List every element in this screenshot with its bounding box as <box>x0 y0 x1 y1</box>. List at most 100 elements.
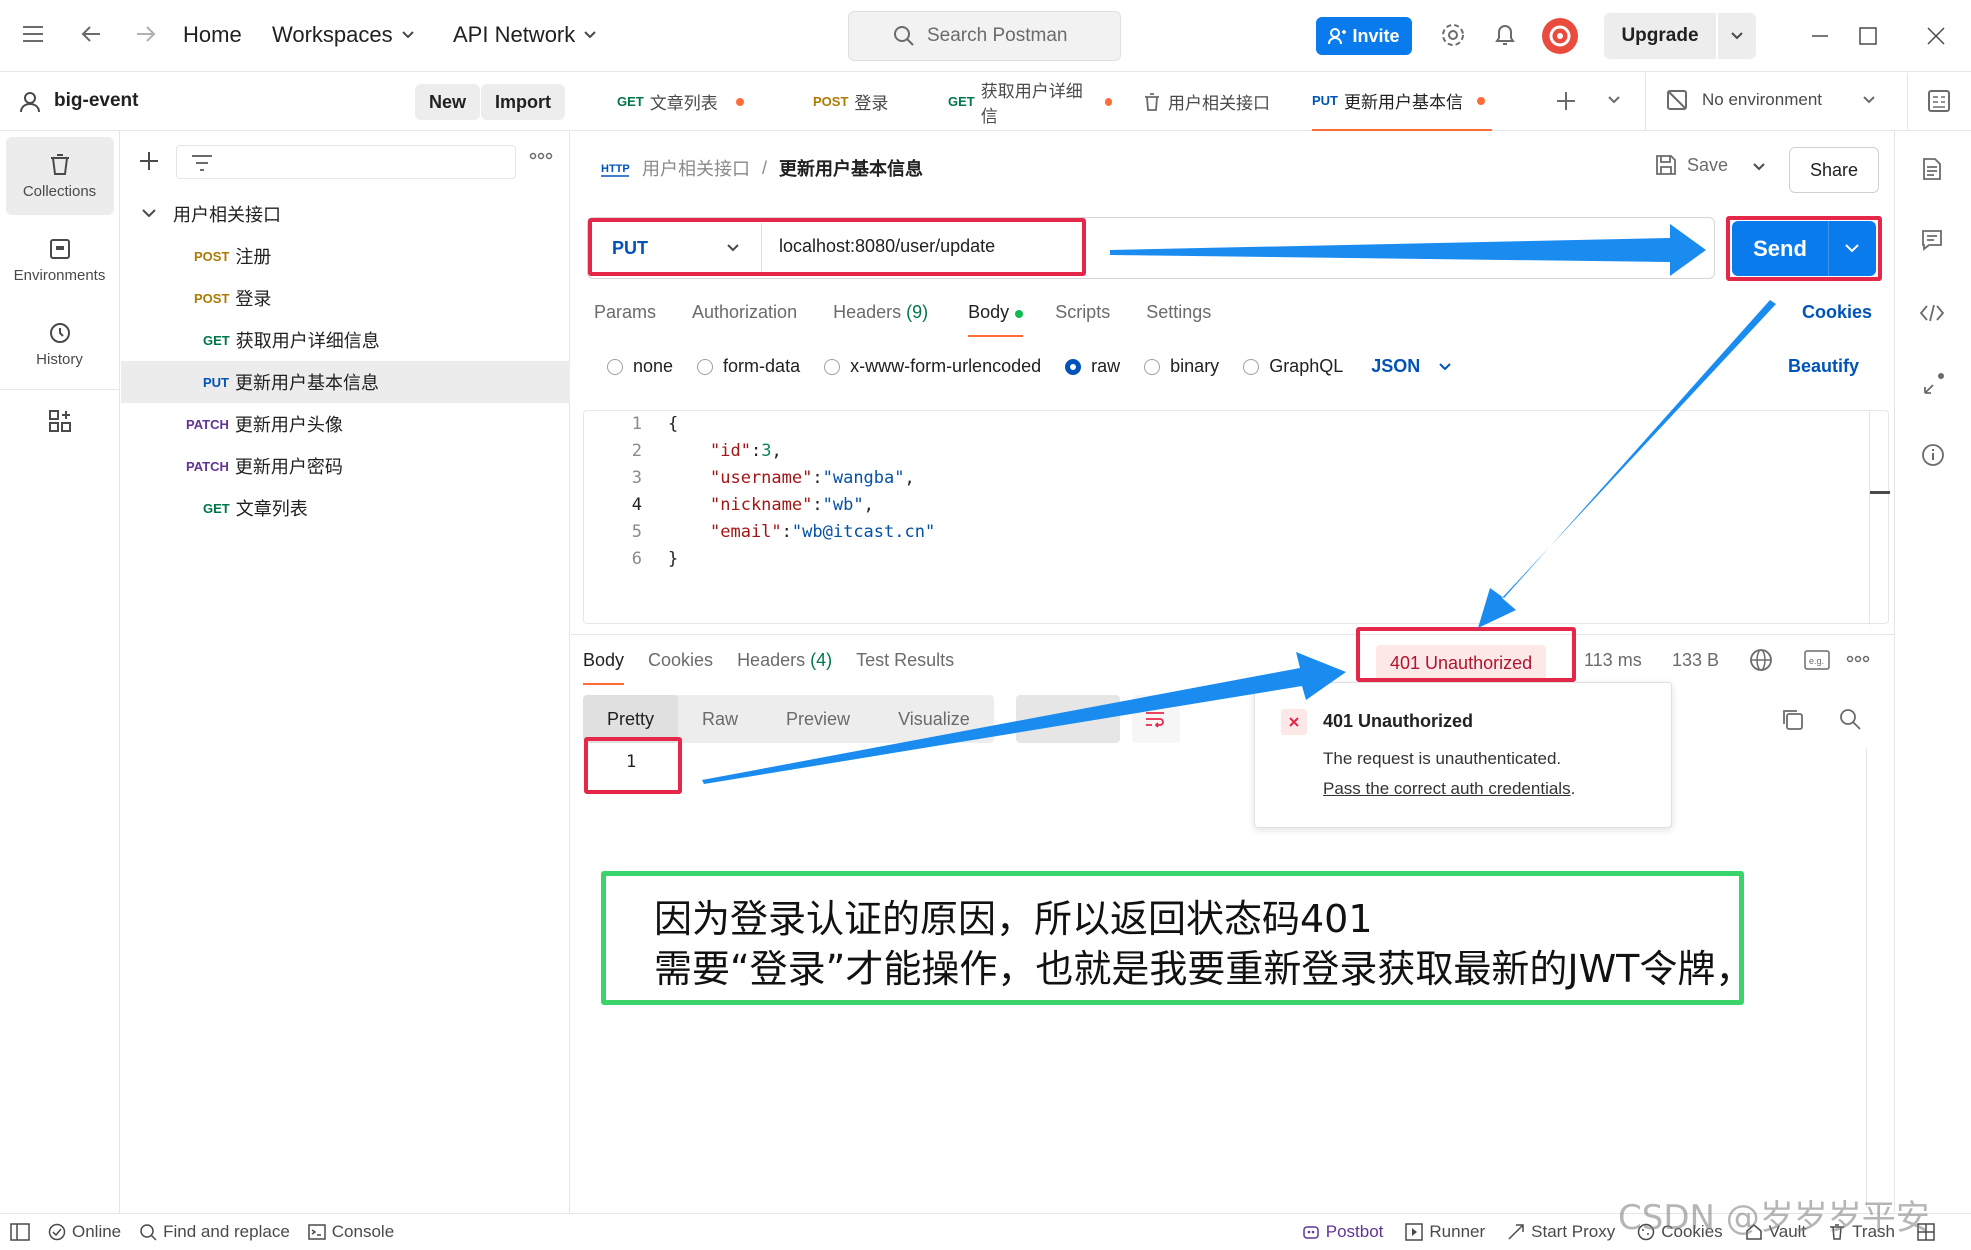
avatar[interactable] <box>1542 18 1578 54</box>
code-icon[interactable] <box>1919 303 1945 323</box>
console[interactable]: Console <box>308 1222 394 1242</box>
response-size[interactable]: 133 B <box>1672 650 1719 671</box>
nav-workspaces[interactable]: Workspaces <box>272 22 415 48</box>
radio-form-data[interactable]: form-data <box>697 356 800 377</box>
close-icon[interactable] <box>1926 26 1946 46</box>
more-options-icon[interactable] <box>529 151 553 161</box>
menu-icon[interactable] <box>22 24 44 44</box>
tab-authorization[interactable]: Authorization <box>692 302 797 323</box>
maximize-icon[interactable] <box>1858 26 1878 46</box>
auth-help-link[interactable]: Pass the correct auth credentials <box>1323 779 1571 798</box>
back-arrow-icon[interactable] <box>80 24 102 44</box>
tab-user-folder[interactable]: 用户相关接口 <box>1112 73 1282 131</box>
find-replace[interactable]: Find and replace <box>139 1222 290 1242</box>
tree-item-update-avatar[interactable]: PATCH 更新用户头像 <box>186 403 570 445</box>
tree-item-update-user[interactable]: PUT 更新用户基本信息 <box>121 361 570 403</box>
sidebar-toggle-icon[interactable] <box>10 1223 30 1241</box>
response-time[interactable]: 113 ms <box>1584 650 1642 671</box>
response-scrollbar[interactable] <box>1866 748 1867 1208</box>
copy-icon[interactable] <box>1780 707 1804 731</box>
tab-scripts[interactable]: Scripts <box>1055 302 1110 323</box>
view-raw[interactable]: Raw <box>678 709 762 730</box>
invite-button[interactable]: Invite <box>1316 17 1412 55</box>
radio-none[interactable]: none <box>607 356 673 377</box>
tree-item-register[interactable]: POST 注册 <box>194 235 570 277</box>
response-tab-headers[interactable]: Headers (4) <box>737 650 832 671</box>
environment-quicklook-icon[interactable] <box>1927 89 1951 113</box>
wrap-lines-button[interactable] <box>1132 695 1180 743</box>
comments-icon[interactable] <box>1921 229 1943 251</box>
rail-collections[interactable]: Collections <box>5 137 114 215</box>
start-proxy[interactable]: Start Proxy <box>1507 1222 1615 1242</box>
beautify-link[interactable]: Beautify <box>1788 356 1859 377</box>
tab-article-list[interactable]: GET 文章列表 <box>571 73 768 131</box>
view-visualize[interactable]: Visualize <box>874 709 994 730</box>
tree-item-login[interactable]: POST 登录 <box>194 277 570 319</box>
response-tab-body[interactable]: Body <box>583 650 625 685</box>
import-button[interactable]: Import <box>481 84 565 120</box>
tree-item-article-list[interactable]: GET 文章列表 <box>203 487 570 529</box>
filter-input[interactable] <box>176 145 516 179</box>
format-dropdown[interactable] <box>1016 695 1120 743</box>
online-status[interactable]: Online <box>48 1222 121 1242</box>
search-input[interactable]: Search Postman <box>848 11 1121 61</box>
related-icon[interactable] <box>1921 371 1947 397</box>
tab-login[interactable]: POST 登录 <box>768 73 912 131</box>
new-tab-plus-icon[interactable] <box>1556 91 1576 111</box>
tab-headers[interactable]: Headers (9) <box>833 302 928 323</box>
plus-icon[interactable] <box>139 151 159 171</box>
tab-update-user[interactable]: PUT 更新用户基本信 <box>1312 73 1492 131</box>
tab-params[interactable]: Params <box>594 302 656 323</box>
gear-icon[interactable] <box>1440 22 1466 48</box>
rail-environments[interactable]: Environments <box>6 221 114 299</box>
scroll-thumb[interactable] <box>1870 491 1890 494</box>
tab-get-user-info[interactable]: GET 获取用户详细信 <box>912 73 1112 131</box>
forward-arrow-icon[interactable] <box>135 24 157 44</box>
right-rail <box>1894 131 1971 1213</box>
bell-icon[interactable] <box>1493 22 1517 48</box>
environment-selector[interactable]: No environment <box>1666 89 1876 111</box>
radio-binary[interactable]: binary <box>1144 356 1219 377</box>
radio-graphql[interactable]: GraphQL <box>1243 356 1343 377</box>
postbot[interactable]: Postbot <box>1302 1222 1383 1242</box>
page-title[interactable]: 更新用户基本信息 <box>779 155 923 181</box>
save-dropdown-chevron-icon[interactable] <box>1752 162 1766 172</box>
upgrade-button[interactable]: Upgrade <box>1604 13 1716 59</box>
upgrade-dropdown[interactable] <box>1718 13 1756 59</box>
new-button[interactable]: New <box>415 84 481 120</box>
response-tab-cookies[interactable]: Cookies <box>648 650 713 671</box>
nav-home[interactable]: Home <box>183 22 242 48</box>
no-environment-icon <box>1667 90 1687 110</box>
cookies-link[interactable]: Cookies <box>1802 302 1872 323</box>
more-options-icon[interactable] <box>1846 654 1870 664</box>
radio-raw[interactable]: raw <box>1065 356 1120 377</box>
collection-folder[interactable]: 用户相关接口 <box>141 193 281 235</box>
rail-configure[interactable] <box>6 396 114 446</box>
share-button[interactable]: Share <box>1789 147 1879 193</box>
documentation-icon[interactable] <box>1922 157 1942 181</box>
editor-scrollbar[interactable] <box>1869 411 1870 625</box>
tab-list-chevron-icon[interactable] <box>1607 95 1621 105</box>
view-preview[interactable]: Preview <box>762 709 874 730</box>
tab-settings[interactable]: Settings <box>1146 302 1211 323</box>
runner[interactable]: Runner <box>1405 1222 1485 1242</box>
response-tab-tests[interactable]: Test Results <box>856 650 954 671</box>
save-example-icon[interactable]: e.g. <box>1804 650 1830 670</box>
minimize-icon[interactable] <box>1810 26 1830 46</box>
save-button[interactable]: Save <box>1655 154 1728 176</box>
tab-body[interactable]: Body <box>968 302 1024 337</box>
globe-icon[interactable] <box>1748 647 1774 673</box>
left-rail: Collections Environments History <box>0 131 120 1213</box>
rail-history[interactable]: History <box>6 305 114 383</box>
chevron-down-icon <box>401 31 414 39</box>
tree-item-update-password[interactable]: PATCH 更新用户密码 <box>186 445 570 487</box>
format-select[interactable]: JSON <box>1371 356 1452 377</box>
tree-item-get-user-info[interactable]: GET 获取用户详细信息 <box>203 319 570 361</box>
search-icon[interactable] <box>1838 707 1862 731</box>
view-pretty[interactable]: Pretty <box>583 695 679 743</box>
nav-api-network[interactable]: API Network <box>453 22 597 48</box>
radio-urlencoded[interactable]: x-www-form-urlencoded <box>824 356 1041 377</box>
code-editor[interactable]: 1 2 3 4 5 6 { "id":3, "username":"wangba… <box>583 410 1890 625</box>
info-icon[interactable] <box>1921 443 1945 467</box>
breadcrumb-parent[interactable]: 用户相关接口 <box>642 155 750 181</box>
